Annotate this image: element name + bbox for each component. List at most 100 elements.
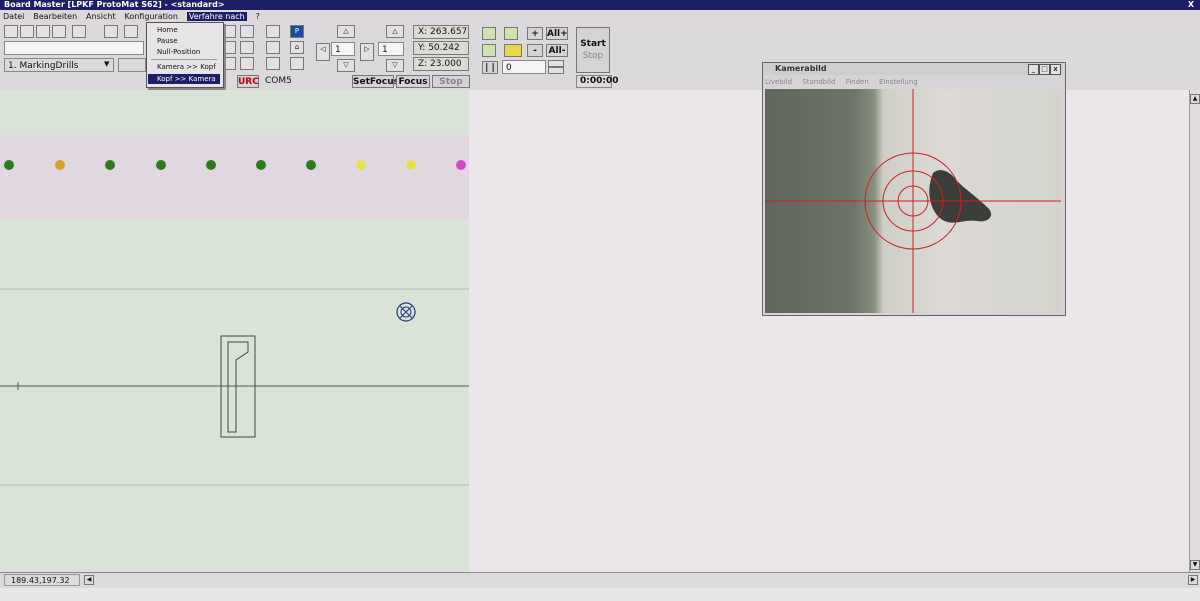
menu-verfahre-nach[interactable]: Verfahre nach [186,12,247,21]
menu-ansicht[interactable]: Ansicht [86,12,116,21]
save-icon[interactable] [52,25,66,38]
z-coordinate: Z: 23.000 [413,57,469,71]
layer-field[interactable] [4,41,144,55]
all-minus-button[interactable]: All- [546,44,568,57]
drill-marker[interactable] [105,160,115,170]
zoom-window-icon[interactable] [222,25,236,38]
chevron-down-icon[interactable]: ▼ [104,60,109,68]
setfocus-button[interactable]: SetFocus [352,75,399,88]
job-timer: 0:00:00 [576,75,619,88]
copy-icon[interactable] [20,25,34,38]
tool-icon[interactable] [222,41,236,54]
arrow-down-icon[interactable]: ▽ [337,59,355,72]
start-label: Start [580,39,606,49]
drill-marker[interactable] [256,160,266,170]
head-down-icon[interactable] [266,41,280,54]
menu-help[interactable]: ? [256,12,260,21]
camera-window: Kamerabild _ □ x Livebild Standbild Find… [762,62,1066,316]
home-icon[interactable]: ⌂ [290,41,304,54]
all-plus-button[interactable]: All+ [546,27,568,40]
urc-button[interactable]: URC [237,75,259,88]
print-icon[interactable] [72,25,86,38]
menu-datei[interactable]: Datei [3,12,24,21]
measure-icon[interactable] [290,57,304,70]
menu-item-kamera-kopf[interactable]: Kamera >> Kopf [157,63,216,71]
layer-toggle-icon-4[interactable] [504,44,522,57]
camera-menu-standbild[interactable]: Standbild [802,78,835,86]
menu-konfiguration[interactable]: Konfiguration [124,12,178,21]
vertical-scrollbar[interactable]: ▲ ▼ [1189,90,1200,572]
park-button[interactable]: P [290,25,304,38]
drill-icon[interactable] [240,41,254,54]
pause-button[interactable]: | | [482,61,498,74]
y-coordinate: Y: 50.242 [413,41,469,55]
menu-item-home[interactable]: Home [157,26,178,34]
layer-toggle-icon-3[interactable] [482,44,496,57]
x-coordinate: X: 263.657 [413,25,469,39]
arrow-left-icon[interactable]: ◁ [316,43,330,61]
camera-image[interactable] [765,89,1061,313]
zoom-icon[interactable] [104,25,118,38]
drill-marker[interactable] [356,160,366,170]
head-icon[interactable] [266,25,280,38]
minus-button[interactable]: - [527,44,543,57]
drill-marker[interactable] [156,160,166,170]
statusbar: 189.43,197.32 ◀ ▶ [0,572,1200,588]
scroll-left-icon[interactable]: ◀ [84,575,94,585]
menu-item-pause[interactable]: Pause [157,37,178,45]
new-file-icon[interactable] [4,25,18,38]
layer-toggle-icon-2[interactable] [504,27,518,40]
menu-bearbeiten[interactable]: Bearbeiten [33,12,77,21]
head-up-icon[interactable] [266,57,280,70]
counter-down-icon[interactable] [548,67,564,74]
camera-menu-livebild[interactable]: Livebild [765,78,792,86]
maximize-icon[interactable]: □ [1039,64,1050,75]
close-icon[interactable]: x [1050,64,1061,75]
scroll-down-icon[interactable]: ▼ [1190,560,1200,570]
camera-menu-finden[interactable]: Finden [846,78,869,86]
step-field-z[interactable]: 1 [378,42,404,56]
drill-marker[interactable] [406,160,416,170]
drill-marker[interactable] [55,160,65,170]
open-icon[interactable] [36,25,50,38]
menu-item-null-position[interactable]: Null-Position [157,48,200,56]
cursor-coordinates: 189.43,197.32 [4,574,80,586]
drill-marker[interactable] [306,160,316,170]
start-stop-button[interactable]: Start Stop [576,27,610,73]
tool-icon-2[interactable] [222,57,236,70]
window-title: Board Master [LPKF ProtoMat S62] - <stan… [4,0,225,9]
z-down-icon[interactable]: ▽ [386,59,404,72]
drill-marker[interactable] [456,160,466,170]
camera-icon[interactable] [240,25,254,38]
menu-divider [151,59,217,60]
drill-marker[interactable] [206,160,216,170]
phase-select-aux[interactable] [118,58,146,72]
menu-item-kopf-kamera[interactable]: Kopf >> Kamera [148,74,220,84]
minimize-icon[interactable]: _ [1028,64,1039,75]
com-port: COM5 [265,76,292,86]
z-up-icon[interactable]: △ [386,25,404,38]
arrow-up-icon[interactable]: △ [337,25,355,38]
drill-marker[interactable] [4,160,14,170]
layer-toggle-icon[interactable] [482,27,496,40]
focus-button[interactable]: Focus [396,75,430,88]
close-icon[interactable]: X [1188,0,1194,10]
verfahre-nach-dropdown: Home Pause Null-Position Kamera >> Kopf … [146,22,224,88]
stop-button[interactable]: Stop [432,75,470,88]
move-icon[interactable] [240,57,254,70]
phase-select[interactable]: 1. MarkingDrills [4,58,114,72]
camera-window-title: Kamerabild [775,64,827,73]
scroll-up-icon[interactable]: ▲ [1190,94,1200,104]
arrow-right-icon[interactable]: ▷ [360,43,374,61]
plus-button[interactable]: + [527,27,543,40]
scroll-right-icon[interactable]: ▶ [1188,575,1198,585]
step-field-xy[interactable]: 1 [331,42,355,56]
camera-crosshair [765,89,1061,313]
camera-window-titlebar: Kamerabild _ □ x [763,63,1063,75]
zoom-in-icon[interactable] [124,25,138,38]
board-outline-svg [0,288,469,486]
camera-menu-einstellung[interactable]: Einstellung [879,78,918,86]
counter-up-icon[interactable] [548,60,564,67]
component-inner [227,341,249,433]
counter-field[interactable]: 0 [502,60,546,74]
